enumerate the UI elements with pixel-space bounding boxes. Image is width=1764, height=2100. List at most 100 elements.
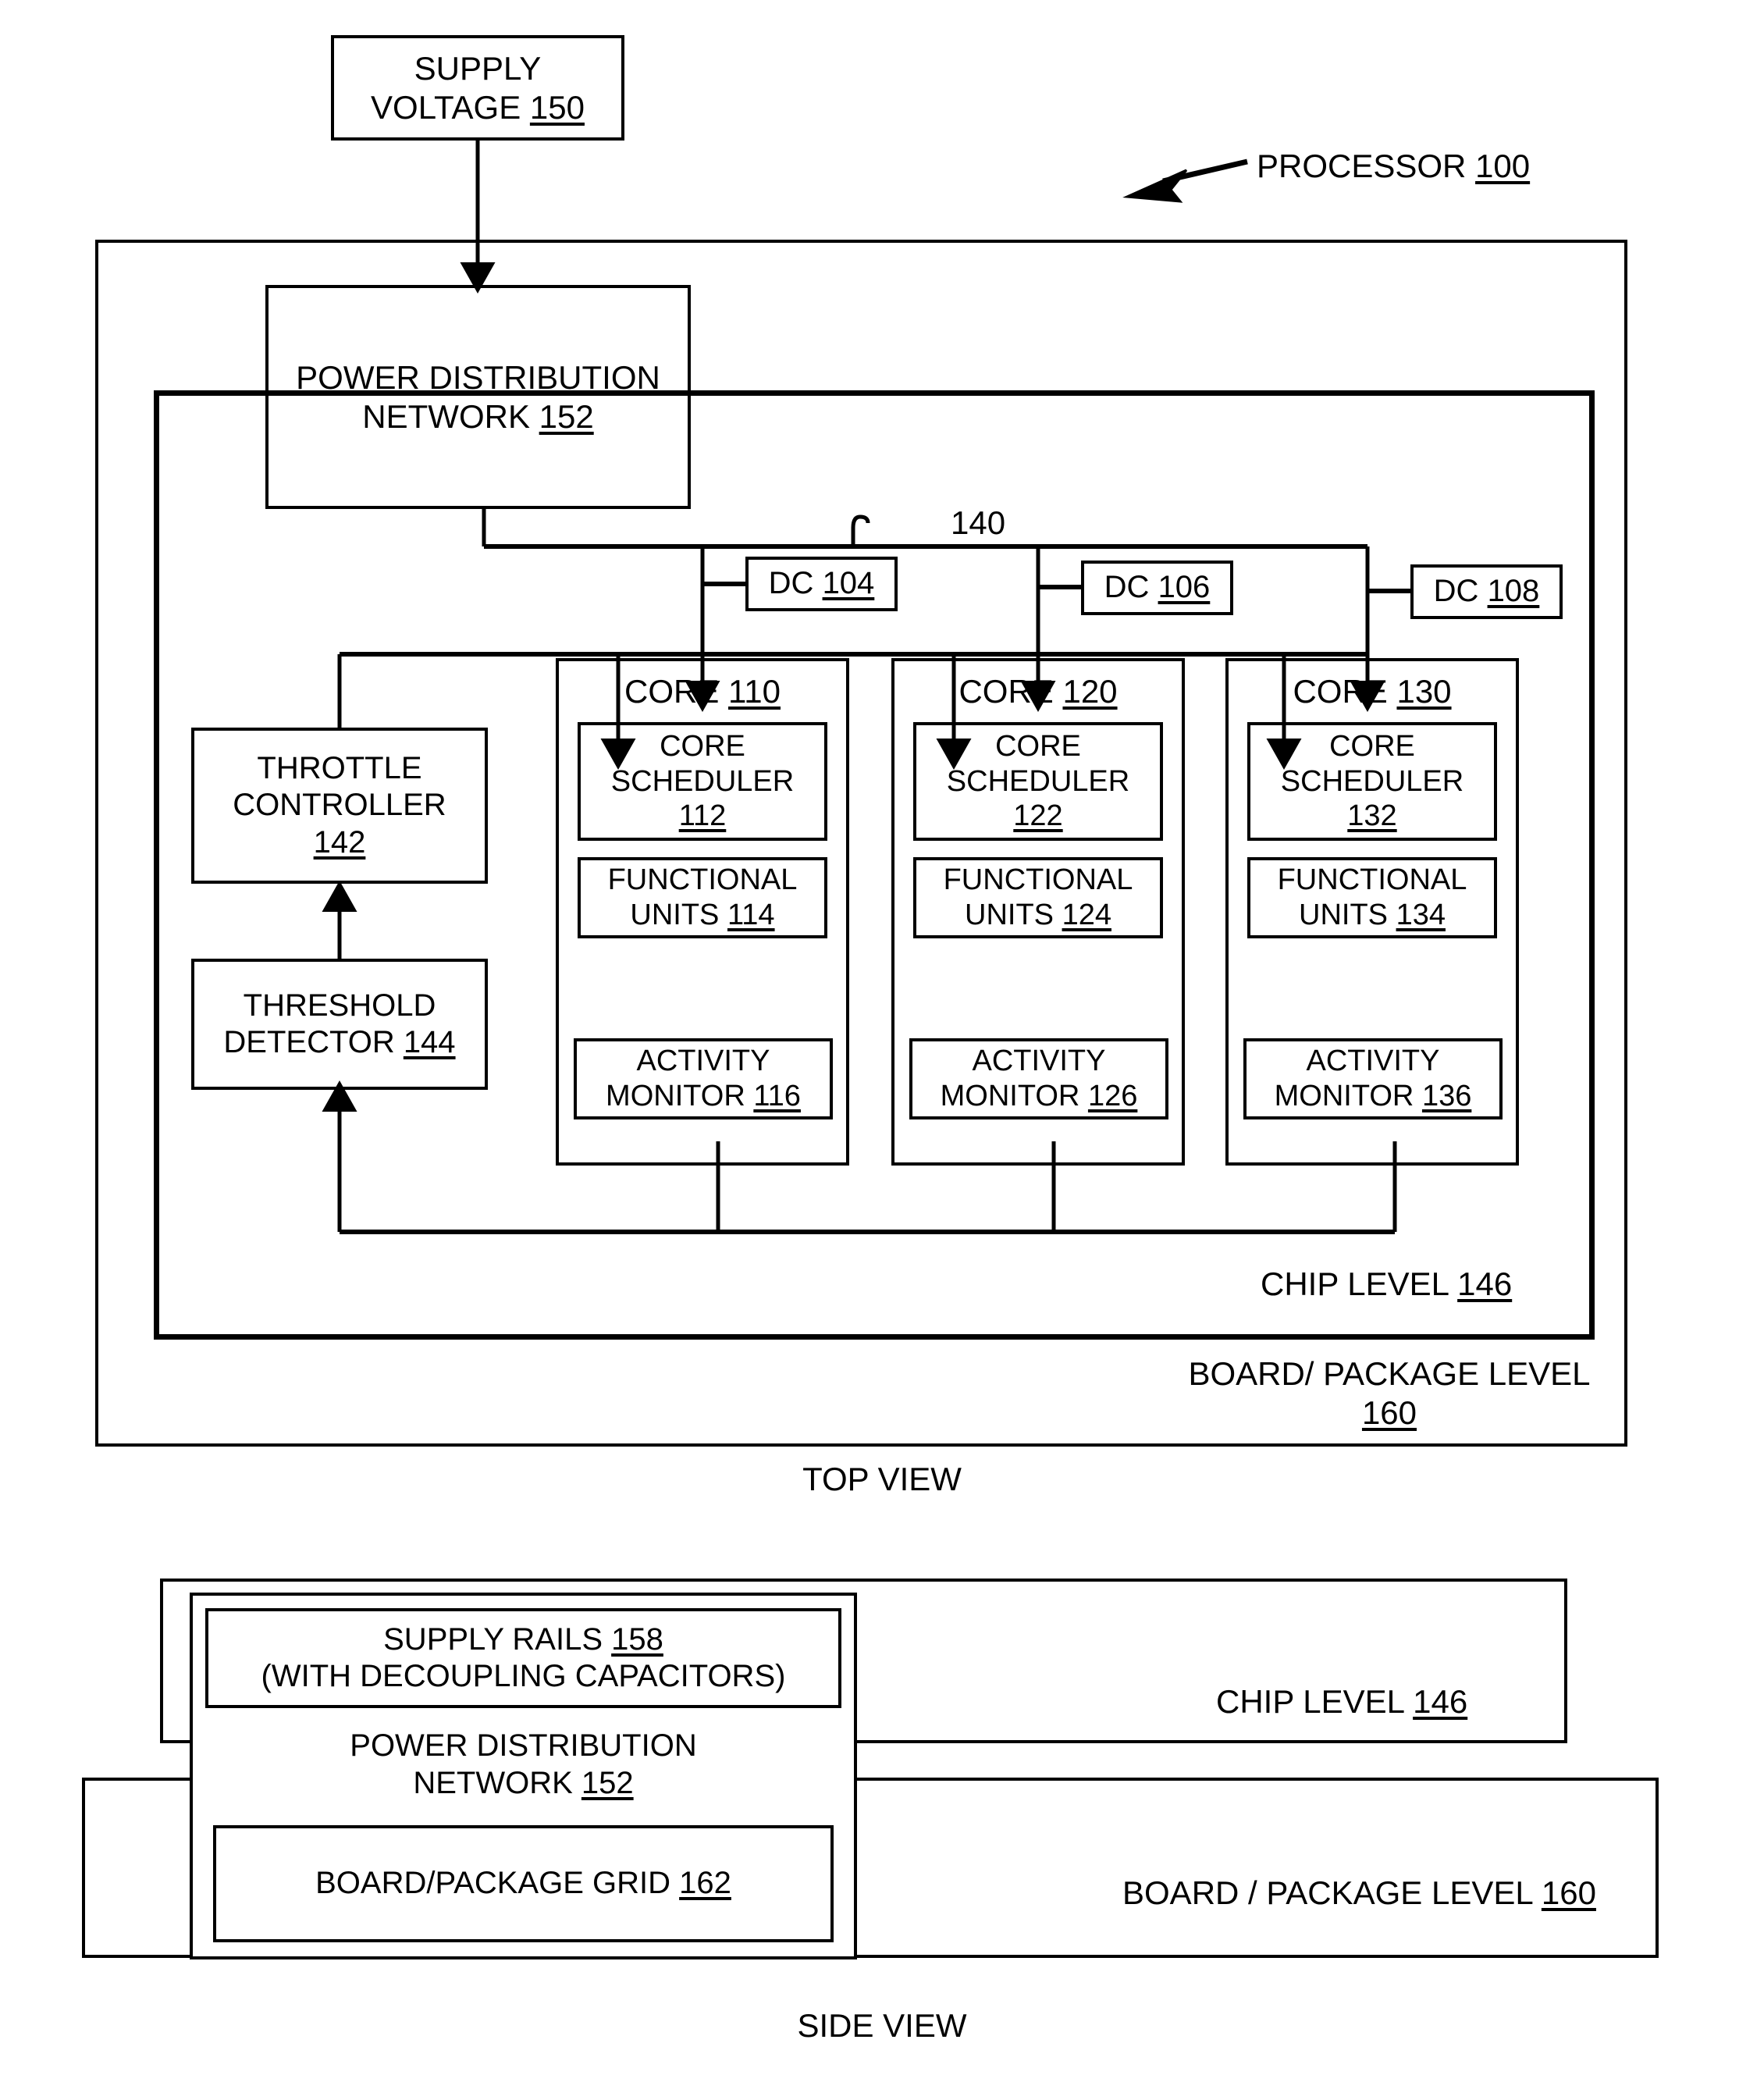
core-120-ref-num: 120 [1062,673,1118,710]
dc-106-text: DC [1104,570,1158,605]
core-120-header: CORE 120 [891,672,1185,711]
side-view-board-level-ref-num: 160 [1541,1874,1596,1911]
core-120-header-text: CORE [958,673,1063,710]
core-110-ref-num: 110 [728,673,781,710]
top-view-board-level-line1: BOARD/ PACKAGE LEVEL [1188,1355,1591,1392]
core-130-am-line1: ACTIVITY [1306,1045,1440,1078]
threshold-detector-line1: THRESHOLD [243,988,436,1023]
core-110-scheduler-box: CORE SCHEDULER 112 [578,722,827,841]
patent-figure-page: SUPPLY VOLTAGE 150 PROCESSOR 100 POWER D… [0,0,1764,2100]
core-110-am-line2-text: MONITOR [606,1080,754,1112]
top-view-board-level-ref-num: 160 [1361,1394,1417,1432]
dc-104-ref-num: 104 [822,566,875,601]
processor-ref-num: 100 [1475,148,1531,184]
core-120-am-ref-num: 126 [1087,1080,1138,1112]
pdn-line1: POWER DISTRIBUTION [296,358,660,396]
side-view-pdn-line2-text: NETWORK [413,1766,581,1800]
side-view-chip-level-text: CHIP LEVEL [1216,1683,1414,1720]
top-view-chip-level-label: CHIP LEVEL 146 [1261,1265,1512,1304]
pdn-ref-num: 152 [539,397,594,435]
top-view-caption-text: TOP VIEW [802,1461,962,1497]
dc-108-ref-num: 108 [1487,574,1540,609]
side-view-pdn-ref-num: 152 [581,1766,634,1800]
board-grid-ref-num: 162 [679,1866,731,1901]
core-130-header: CORE 130 [1225,672,1519,711]
core-130-am-line2-text: MONITOR [1274,1080,1422,1112]
core-110-functional-units-box: FUNCTIONAL UNITS 114 [578,857,827,938]
core-110-header: CORE 110 [556,672,849,711]
side-view-caption-text: SIDE VIEW [797,2007,967,2044]
core-110-scheduler-ref-num: 112 [678,799,727,833]
core-110-am-line1: ACTIVITY [636,1045,770,1078]
side-view-chip-level-ref-num: 146 [1413,1683,1468,1720]
throttle-controller-ref-num: 142 [313,824,366,860]
dc-104-text: DC [768,566,823,601]
top-view-chip-level-text: CHIP LEVEL [1261,1265,1458,1302]
supply-voltage-box: SUPPLY VOLTAGE 150 [331,35,624,141]
supply-rails-ref-num: 158 [611,1621,663,1657]
power-distribution-network-box: POWER DISTRIBUTION NETWORK 152 [265,285,691,509]
core-130-scheduler-line1: CORE [1329,729,1415,763]
side-view-board-level-label: BOARD / PACKAGE LEVEL 160 [1122,1874,1596,1913]
core-120-scheduler-line2: SCHEDULER [946,764,1130,798]
core-120-activity-monitor-box: ACTIVITY MONITOR 126 [909,1038,1168,1119]
side-view-chip-level-label: CHIP LEVEL 146 [1216,1682,1467,1721]
core-120-scheduler-line1: CORE [995,729,1081,763]
core-110-fu-line2-text: UNITS [630,899,727,931]
supply-rails-line1-text: SUPPLY RAILS [383,1621,612,1657]
threshold-detector-box: THRESHOLD DETECTOR 144 [191,959,488,1090]
top-view-chip-level-ref-num: 146 [1457,1265,1513,1302]
core-130-scheduler-line2: SCHEDULER [1280,764,1464,798]
core-130-scheduler-ref-num: 132 [1347,799,1397,833]
throttle-controller-line2: CONTROLLER [233,788,446,823]
core-110-scheduler-line1: CORE [660,729,745,763]
core-110-activity-monitor-box: ACTIVITY MONITOR 116 [574,1038,833,1119]
processor-callout-label: PROCESSOR 100 [1257,147,1530,186]
processor-callout-text: PROCESSOR [1257,148,1476,184]
core-110-am-ref-num: 116 [753,1080,801,1112]
core-120-scheduler-ref-num: 122 [1013,799,1063,833]
dc-108-text: DC [1433,574,1488,609]
core-110-header-text: CORE [624,673,729,710]
supply-voltage-line2-text: VOLTAGE [371,88,530,126]
core-120-fu-line2-text: UNITS [965,899,1062,931]
dc-block-106: DC 106 [1081,561,1233,615]
core-130-functional-units-box: FUNCTIONAL UNITS 134 [1247,857,1497,938]
side-view-caption: SIDE VIEW [0,2006,1764,2045]
board-grid-text: BOARD/PACKAGE GRID [315,1866,680,1901]
core-120-fu-line1: FUNCTIONAL [943,863,1133,897]
core-110-scheduler-line2: SCHEDULER [610,764,795,798]
dc-block-108: DC 108 [1410,564,1563,619]
dc-block-104: DC 104 [745,557,898,611]
core-110-fu-line1: FUNCTIONAL [607,863,798,897]
core-130-header-text: CORE [1293,673,1397,710]
top-view-caption: TOP VIEW [0,1460,1764,1499]
core-130-scheduler-box: CORE SCHEDULER 132 [1247,722,1497,841]
side-view-supply-rails-box: SUPPLY RAILS 158 (WITH DECOUPLING CAPACI… [205,1608,841,1708]
power-bus-label: 140 [951,504,1005,543]
throttle-controller-line1: THROTTLE [257,751,422,786]
core-110-fu-ref-num: 114 [727,899,775,931]
supply-rails-line2: (WITH DECOUPLING CAPACITORS) [261,1659,786,1693]
side-view-board-level-text: BOARD / PACKAGE LEVEL [1122,1874,1542,1911]
side-view-board-package-grid-box: BOARD/PACKAGE GRID 162 [213,1825,834,1942]
dc-106-ref-num: 106 [1158,570,1211,605]
core-120-fu-ref-num: 124 [1062,899,1111,931]
core-120-am-line2-text: MONITOR [940,1080,1088,1112]
supply-voltage-ref-num: 150 [529,88,585,126]
core-130-activity-monitor-box: ACTIVITY MONITOR 136 [1243,1038,1503,1119]
threshold-detector-ref-num: 144 [403,1025,456,1059]
side-view-pdn-label: POWER DISTRIBUTION NETWORK 152 [205,1727,841,1802]
pdn-line2-text: NETWORK [362,397,539,435]
top-view-board-level-label: BOARD/ PACKAGE LEVEL 160 [1183,1354,1596,1433]
core-130-am-ref-num: 136 [1421,1080,1472,1112]
power-bus-ref-num: 140 [951,504,1006,541]
threshold-detector-line2-text: DETECTOR [223,1025,404,1059]
supply-voltage-line1: SUPPLY [414,49,542,87]
core-120-am-line1: ACTIVITY [972,1045,1106,1078]
core-130-fu-ref-num: 134 [1396,899,1446,931]
throttle-controller-box: THROTTLE CONTROLLER 142 [191,728,488,884]
side-view-pdn-line1: POWER DISTRIBUTION [350,1728,697,1763]
core-130-fu-line2-text: UNITS [1299,899,1396,931]
core-120-scheduler-box: CORE SCHEDULER 122 [913,722,1163,841]
